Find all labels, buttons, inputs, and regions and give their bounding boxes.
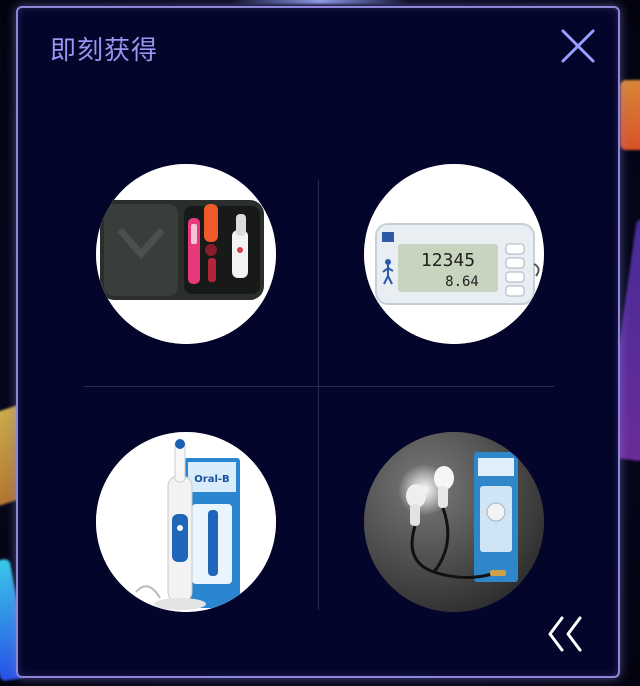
collapse-button[interactable] bbox=[544, 614, 588, 654]
dialog-title: 即刻获得 bbox=[50, 36, 159, 66]
kit-case-image bbox=[96, 164, 276, 344]
decorative-glow bbox=[230, 0, 410, 4]
toothbrush-image: Oral-B bbox=[96, 432, 276, 612]
close-icon bbox=[561, 29, 595, 63]
double-chevron-left-icon bbox=[548, 616, 582, 652]
screen-background: 即刻获得 12345 8.64 Oral-B bbox=[0, 0, 640, 686]
prize-item-earphones[interactable] bbox=[364, 432, 544, 612]
grid-divider-vertical bbox=[318, 180, 319, 610]
close-button[interactable] bbox=[560, 28, 596, 64]
grid-divider-horizontal bbox=[84, 386, 554, 387]
prize-item-toothbrush[interactable]: Oral-B bbox=[96, 432, 276, 612]
pedometer-main-reading: 12345 bbox=[421, 250, 475, 271]
earphones-image bbox=[364, 432, 544, 612]
prize-item-kit-case[interactable] bbox=[96, 164, 276, 344]
decorative-streak bbox=[620, 80, 640, 150]
prize-dialog: 即刻获得 12345 8.64 Oral-B bbox=[16, 6, 620, 678]
pedometer-image: 12345 8.64 bbox=[364, 164, 544, 344]
pedometer-sub-reading: 8.64 bbox=[445, 274, 479, 290]
toothbrush-brand: Oral-B bbox=[194, 474, 229, 485]
prize-item-pedometer[interactable]: 12345 8.64 bbox=[364, 164, 544, 344]
